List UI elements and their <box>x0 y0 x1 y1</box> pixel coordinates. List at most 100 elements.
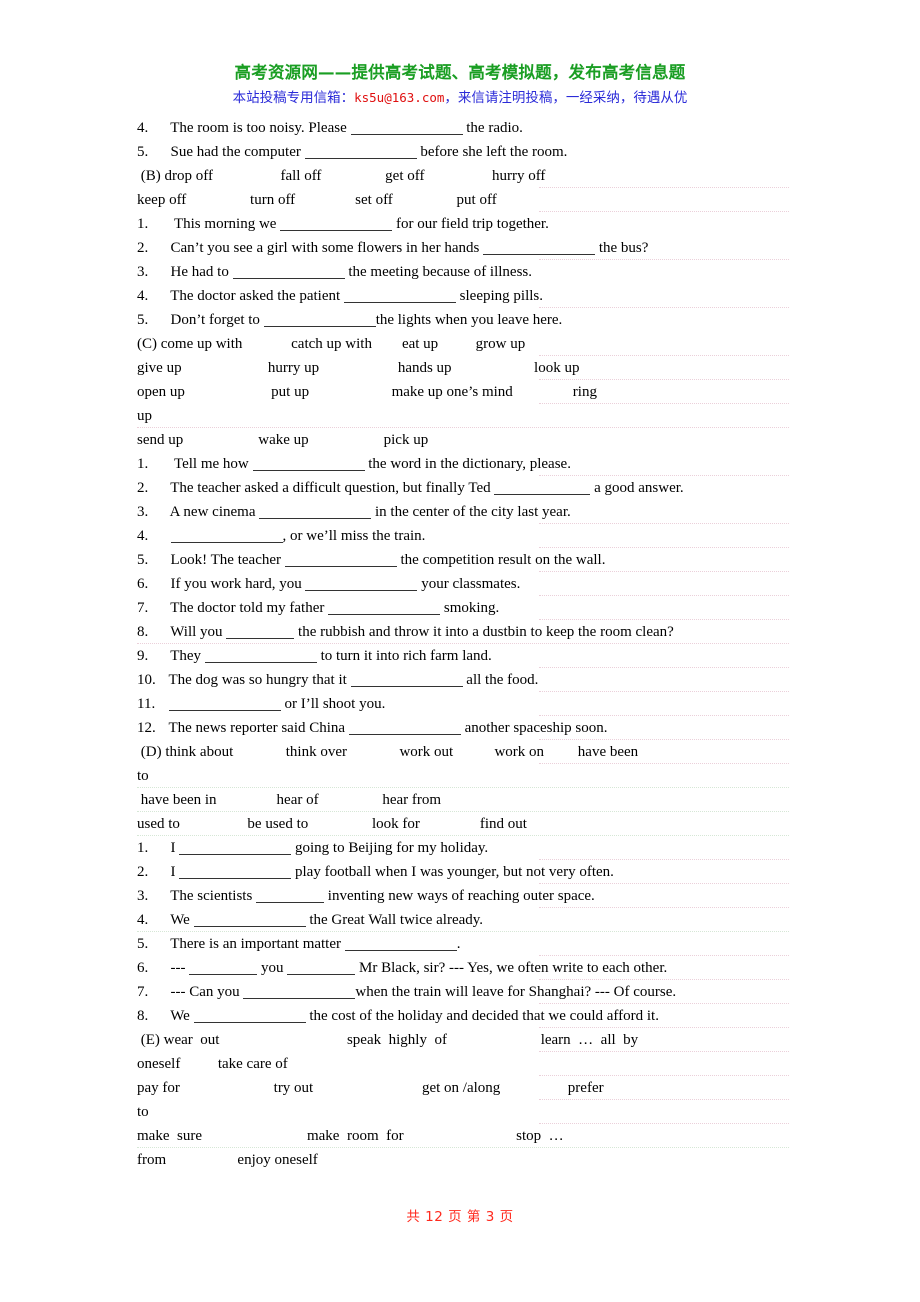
item-text: We <box>163 1008 194 1024</box>
item-text: A new cinema <box>163 504 260 520</box>
phrase-list-text: open up put up make up one’s mind ring <box>137 384 597 400</box>
answer-blank[interactable] <box>193 913 306 927</box>
item-number: 5. <box>137 936 149 952</box>
item-text: I <box>163 840 180 856</box>
site-banner-contact: 本站投稿专用信箱：ks5u@163.com，来信请注明投稿，一经采纳，待遇从优 <box>0 88 920 108</box>
answer-blank[interactable] <box>280 217 393 231</box>
item-text: sleeping pills. <box>455 288 543 304</box>
item-text: the Great Wall twice already. <box>305 912 484 928</box>
answer-blank[interactable] <box>232 265 345 279</box>
item-text: the lights when you leave here. <box>375 312 563 328</box>
phrase-list-line: make sure make room for stop … <box>137 1124 789 1148</box>
exercise-item: 12. The news reporter said China another… <box>137 716 789 740</box>
item-number: 6. <box>137 960 149 976</box>
exercise-item: 8. We the cost of the holiday and decide… <box>137 1004 789 1028</box>
answer-blank[interactable] <box>348 721 461 735</box>
answer-blank[interactable] <box>252 457 365 471</box>
exercise-item: 6. --- you Mr Black, sir? --- Yes, we of… <box>137 956 789 980</box>
answer-blank[interactable] <box>343 289 456 303</box>
answer-blank[interactable] <box>204 649 317 663</box>
item-number: 1. <box>137 216 149 232</box>
item-text: smoking. <box>440 600 500 616</box>
answer-blank[interactable] <box>179 865 292 879</box>
item-text: you <box>257 960 288 976</box>
exercise-item: 8. Will you the rubbish and throw it int… <box>137 620 789 644</box>
item-number: 7. <box>137 600 149 616</box>
item-number: 9. <box>137 648 149 664</box>
item-text: going to Beijing for my holiday. <box>291 840 489 856</box>
answer-blank[interactable] <box>494 481 591 495</box>
item-number: 4. <box>137 288 149 304</box>
phrase-list-text: give up hurry up hands up look up <box>137 360 580 376</box>
exercise-item: 5. There is an important matter . <box>137 932 789 956</box>
answer-blank[interactable] <box>243 985 356 999</box>
exercise-item: 7. The doctor told my father smoking. <box>137 596 789 620</box>
site-banner-title: 高考资源网——提供高考试题、高考模拟题，发布高考信息题 <box>234 63 686 82</box>
item-text: . <box>456 936 461 952</box>
answer-blank[interactable] <box>350 121 463 135</box>
item-number: 3. <box>137 888 149 904</box>
item-text: all the food. <box>462 672 539 688</box>
item-text: They <box>163 648 205 664</box>
phrase-list-line: open up put up make up one’s mind ring <box>137 380 789 404</box>
item-text: He had to <box>163 264 233 280</box>
item-number: 5. <box>137 552 149 568</box>
item-number: 8. <box>137 1008 149 1024</box>
answer-blank[interactable] <box>170 529 283 543</box>
answer-blank[interactable] <box>287 961 356 975</box>
item-number: 2. <box>137 480 149 496</box>
item-text: the competition result on the wall. <box>396 552 606 568</box>
exercise-item: 11. or I’ll shoot you. <box>137 692 789 716</box>
answer-blank[interactable] <box>344 937 457 951</box>
item-text: The teacher asked a difficult question, … <box>163 480 495 496</box>
phrase-list-line: (D) think about think over work out work… <box>137 740 789 764</box>
item-text: There is an important matter <box>163 936 345 952</box>
phrase-list-text: make sure make room for stop … <box>137 1128 564 1144</box>
answer-blank[interactable] <box>483 241 596 255</box>
exercise-item: 2. I play football when I was younger, b… <box>137 860 789 884</box>
contact-prefix-text: 本站投稿专用信箱： <box>232 90 355 106</box>
exercise-item: 10. The dog was so hungry that it all th… <box>137 668 789 692</box>
item-text: The room is too noisy. Please <box>163 120 351 136</box>
item-text: the cost of the holiday and decided that… <box>305 1008 659 1024</box>
exercise-item: 9. They to turn it into rich farm land. <box>137 644 789 668</box>
answer-blank[interactable] <box>179 841 292 855</box>
answer-blank[interactable] <box>226 625 295 639</box>
phrase-list-line: (E) wear out speak highly of learn … all… <box>137 1028 789 1052</box>
exercise-item: 1. This morning we for our field trip to… <box>137 212 785 236</box>
phrase-list-line: from enjoy oneself <box>137 1148 785 1172</box>
item-text: , or we’ll miss the train. <box>282 528 426 544</box>
answer-blank[interactable] <box>284 553 397 567</box>
item-text: for our field trip together. <box>392 216 549 232</box>
item-text: Sue had the computer <box>163 144 305 160</box>
answer-blank[interactable] <box>189 961 258 975</box>
phrase-list-text: up <box>137 408 152 424</box>
phrase-list-line: give up hurry up hands up look up <box>137 356 789 380</box>
phrase-list-line: up <box>137 404 789 428</box>
answer-blank[interactable] <box>168 697 281 711</box>
answer-blank[interactable] <box>256 889 325 903</box>
phrase-list-line: to <box>137 764 789 788</box>
item-text: Look! The teacher <box>163 552 285 568</box>
item-text: when the train will leave for Shanghai? … <box>355 984 677 1000</box>
exercise-item: 3. He had to the meeting because of illn… <box>137 260 785 284</box>
exercise-item: 4. The doctor asked the patient sleeping… <box>137 284 789 308</box>
answer-blank[interactable] <box>328 601 441 615</box>
exercise-item: 4. The room is too noisy. Please the rad… <box>137 116 785 140</box>
answer-blank[interactable] <box>259 505 372 519</box>
item-text: The doctor asked the patient <box>163 288 344 304</box>
answer-blank[interactable] <box>305 577 418 591</box>
phrase-list-text: oneself take care of <box>137 1056 288 1072</box>
item-text: This morning we <box>163 216 281 232</box>
answer-blank[interactable] <box>263 313 376 327</box>
item-number: 2. <box>137 240 149 256</box>
answer-blank[interactable] <box>350 673 463 687</box>
exercise-item: 4. , or we’ll miss the train. <box>137 524 789 548</box>
item-number: 6. <box>137 576 149 592</box>
item-text <box>163 528 171 544</box>
exercise-item: 5. Look! The teacher the competition res… <box>137 548 789 572</box>
item-number: 4. <box>137 912 149 928</box>
item-text: play football when I was younger, but no… <box>291 864 614 880</box>
answer-blank[interactable] <box>304 145 417 159</box>
answer-blank[interactable] <box>193 1009 306 1023</box>
